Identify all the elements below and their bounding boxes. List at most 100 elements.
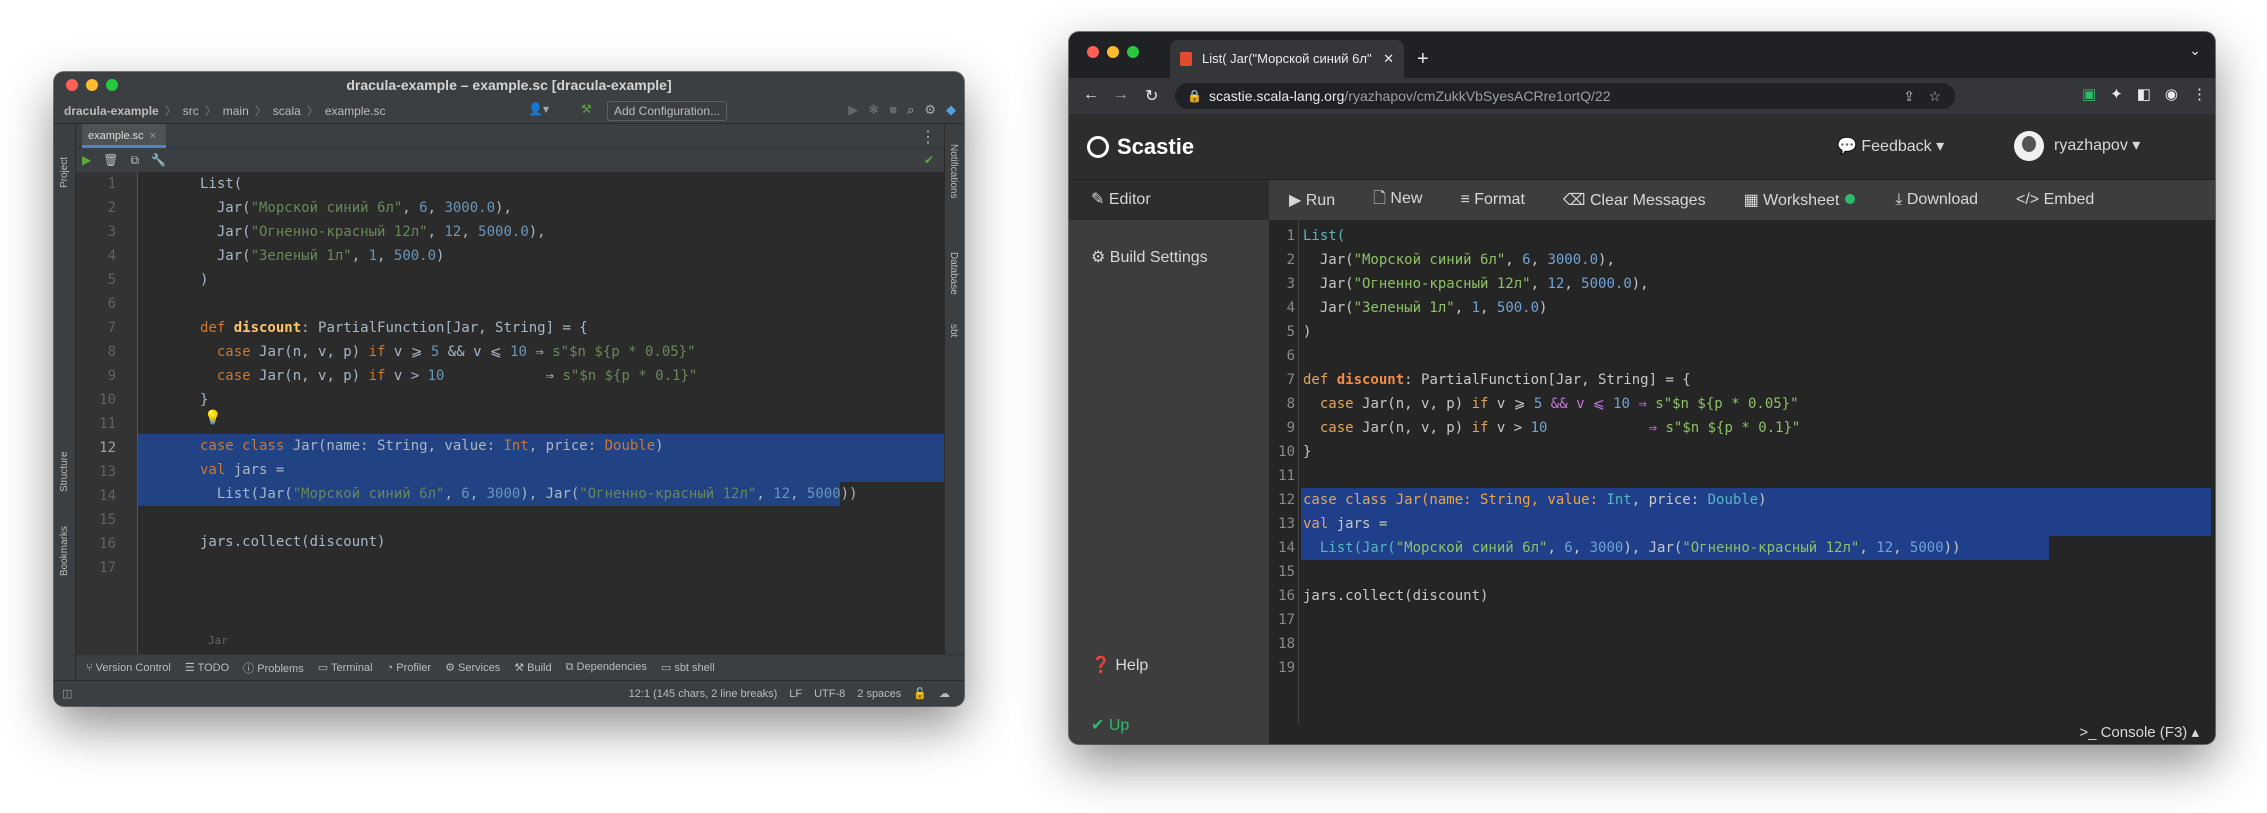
share-icon[interactable]: ⇪ — [1903, 83, 1915, 109]
worksheet-toggle[interactable]: ▦ Worksheet — [1744, 190, 1856, 210]
new-button[interactable]: 🗋 New — [1373, 187, 1422, 214]
structure-tool-button[interactable]: Structure — [59, 451, 70, 492]
profiler-tab[interactable]: ◔ Profiler — [387, 662, 432, 674]
scastie-sidebar: ✎ Editor ⚙ Build Settings ❓ Help ✔ Up — [1069, 180, 1269, 744]
run-button[interactable]: ▶ Run — [1289, 190, 1335, 210]
menu-icon[interactable]: ⋮ — [2192, 85, 2207, 103]
extension-s-icon[interactable]: ▣ — [2082, 85, 2096, 103]
console-toggle[interactable]: >_ Console (F3) ▴ — [1269, 724, 2215, 744]
project-tool-button[interactable]: Project — [59, 157, 70, 188]
run-icon[interactable]: ▶ — [848, 102, 858, 118]
line-separator[interactable]: LF — [789, 688, 802, 700]
reload-icon[interactable]: ↻ — [1145, 86, 1158, 106]
trash-icon[interactable]: 🗑 — [103, 153, 118, 167]
search-icon[interactable]: ⌕ — [907, 102, 914, 118]
download-button[interactable]: ⤓ Download — [1895, 191, 1978, 209]
debug-icon[interactable]: ✱ — [868, 102, 879, 118]
run-worksheet-icon[interactable]: ▶ — [82, 153, 91, 167]
gear-icon[interactable]: ⚙ — [924, 102, 936, 118]
add-configuration-button[interactable]: Add Configuration... — [607, 101, 728, 121]
lock-icon[interactable]: 🔒 — [1187, 83, 1202, 109]
wrench-icon[interactable]: 🔧 — [151, 153, 166, 167]
user-menu[interactable]: ryazhapov ▾ — [2014, 128, 2140, 164]
minimize-window-button[interactable] — [86, 79, 98, 91]
sidebar-item-build-settings[interactable]: ⚙ Build Settings — [1069, 238, 1269, 278]
memory-icon[interactable]: ☁ — [939, 687, 950, 700]
dependencies-tab[interactable]: ⧉ Dependencies — [566, 661, 647, 674]
database-tool-button[interactable]: Database — [948, 252, 959, 295]
copy-icon[interactable]: ⧉ — [130, 153, 139, 168]
browser-tab[interactable]: List( Jar("Морской синий 6л" ✕ — [1170, 40, 1404, 78]
zoom-window-button[interactable] — [1127, 46, 1139, 58]
back-icon[interactable]: ← — [1083, 86, 1099, 104]
services-tab[interactable]: ⚙ Services — [445, 661, 500, 674]
bookmarks-tool-button[interactable]: Bookmarks — [59, 526, 70, 576]
favicon-icon — [1180, 52, 1192, 66]
problems-tab[interactable]: ⓘ Problems — [243, 660, 304, 676]
file-encoding[interactable]: UTF-8 — [814, 688, 845, 700]
hammer-icon[interactable]: ⚒ — [581, 102, 592, 116]
breadcrumb-file[interactable]: example.sc — [325, 104, 386, 118]
sbt-tool-button[interactable]: sbt — [948, 324, 959, 337]
close-window-button[interactable] — [66, 79, 78, 91]
code-line: case Jar(n, v, p) if v > 10 ⇒ s"$n ${p *… — [1303, 420, 1801, 436]
stop-icon[interactable]: ■ — [889, 102, 897, 118]
embed-button[interactable]: </> Embed — [2016, 191, 2094, 209]
line-number: 15 — [99, 512, 116, 528]
minimize-window-button[interactable] — [1107, 46, 1119, 58]
extensions-icon[interactable]: ✦ — [2110, 85, 2123, 103]
bookmark-star-icon[interactable]: ☆ — [1928, 83, 1941, 109]
breadcrumb-project[interactable]: dracula-example — [64, 104, 159, 118]
code-line: Jar("Морской синий 6л", 6, 3000.0), — [200, 200, 512, 216]
forward-icon[interactable]: → — [1113, 86, 1129, 104]
caret-position[interactable]: 12:1 (145 chars, 2 line breaks) — [629, 688, 778, 700]
feedback-menu[interactable]: 💬 Feedback ▾ — [1837, 136, 1944, 156]
breadcrumb-main[interactable]: main — [223, 104, 249, 118]
line-number: 9 — [107, 368, 116, 384]
sidebar-icon[interactable]: ◧ — [2137, 85, 2151, 103]
lock-icon[interactable]: 🔓 — [913, 687, 927, 700]
zoom-window-button[interactable] — [106, 79, 118, 91]
status-bar: ◫ 12:1 (145 chars, 2 line breaks) LF UTF… — [54, 680, 964, 706]
code-line: } — [200, 392, 209, 408]
terminal-tab[interactable]: ▭ Terminal — [318, 661, 373, 674]
format-button[interactable]: ≡ Format — [1460, 191, 1524, 209]
sbt-shell-tab[interactable]: ▭ sbt shell — [661, 661, 715, 674]
tab-search-icon[interactable]: ⌄ — [2189, 42, 2201, 59]
todo-tab[interactable]: ☰ TODO — [185, 661, 229, 674]
profile-icon[interactable]: ◉ — [2165, 85, 2178, 103]
line-number: 15 — [1278, 564, 1295, 580]
notifications-tool-button[interactable]: Notifications — [948, 144, 959, 198]
scastie-editor[interactable]: 1 2 3 4 5 6 7 8 9 10 11 12 13 14 15 16 17 18 19 List( Jar(… — [1269, 220, 2215, 724]
version-control-tab[interactable]: ⑂ Version Control — [86, 662, 171, 674]
close-tab-icon[interactable]: × — [150, 130, 156, 142]
new-tab-button[interactable]: + — [1417, 40, 1429, 78]
right-tool-strip: Notifications Database sbt — [944, 124, 964, 680]
indent-setting[interactable]: 2 spaces — [857, 688, 901, 700]
build-tab[interactable]: ⚒ Build — [514, 661, 551, 674]
close-window-button[interactable] — [1087, 46, 1099, 58]
scastie-logo[interactable]: Scastie — [1087, 134, 1194, 160]
breadcrumb-src[interactable]: src — [183, 104, 199, 118]
user-icon[interactable]: 👤▾ — [528, 102, 549, 116]
more-icon[interactable]: ⋮ — [920, 127, 936, 147]
sidebar-item-editor[interactable]: ✎ Editor — [1069, 180, 1269, 220]
sidebar-item-help[interactable]: ❓ Help — [1069, 646, 1269, 686]
address-bar[interactable]: 🔒 scastie.scala-lang.org/ryazhapov/cmZuk… — [1175, 83, 1955, 109]
code-line: val jars = — [200, 462, 285, 478]
clear-messages-button[interactable]: ⌫ Clear Messages — [1563, 190, 1706, 210]
plugin-icon[interactable]: ◆ — [946, 102, 956, 118]
code-line: ) — [200, 272, 209, 288]
code-line: } — [1303, 444, 1312, 460]
close-tab-icon[interactable]: ✕ — [1383, 40, 1394, 78]
line-number: 14 — [1278, 540, 1295, 556]
breadcrumb: dracula-example 〉 src 〉 main 〉 scala 〉 examp… — [54, 98, 964, 124]
tab-example-sc[interactable]: example.sc × — [82, 124, 167, 148]
line-number: 11 — [99, 416, 116, 432]
code-editor[interactable]: List( Jar("Морской синий 6л", 6, 3000.0)… — [138, 172, 944, 654]
line-number: 16 — [99, 536, 116, 552]
breadcrumb-scala[interactable]: scala — [273, 104, 301, 118]
lightbulb-icon[interactable]: 💡 — [204, 410, 221, 426]
left-tool-strip: Project Structure Bookmarks — [54, 124, 76, 680]
layout-icon[interactable]: ◫ — [62, 687, 72, 700]
